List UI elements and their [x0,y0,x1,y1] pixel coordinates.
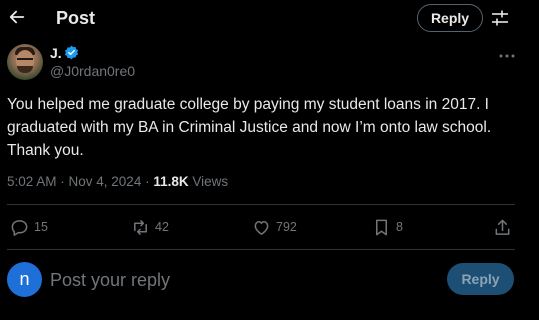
filter-icon[interactable] [491,9,509,27]
like-action[interactable]: 792 [252,215,297,239]
repost-action[interactable]: 42 [131,215,169,239]
page-title: Post [56,8,96,28]
reply-input[interactable] [50,268,430,292]
repost-icon [134,219,147,235]
author-handle[interactable]: @J0rdan0re0 [50,63,135,79]
like-count: 792 [276,220,297,234]
reply-action[interactable]: 15 [10,215,48,239]
share-icon [495,219,510,235]
more-icon[interactable] [498,48,516,58]
tweet-meta: 5:02 AM · Nov 4, 2024 · 11.8K Views [7,173,228,190]
tweet-text: You helped me graduate college by paying… [7,96,492,159]
tweet-timestamp[interactable]: 5:02 AM · Nov 4, 2024 · [7,174,153,189]
reply-icon [11,219,28,236]
author-avatar[interactable] [7,44,43,80]
header: Post Reply [0,0,539,36]
reply-submit-button[interactable]: Reply [447,263,514,295]
bookmark-count: 8 [396,220,403,234]
views-label: Views [188,174,229,189]
avatar-glasses [17,58,33,62]
post-page: Post Reply J. @J0rdan0re0 You helped me … [0,0,539,320]
author-name[interactable]: J. [50,45,62,61]
divider-bottom [7,249,515,250]
views-count[interactable]: 11.8K [153,174,188,189]
back-arrow-icon[interactable] [7,7,27,27]
avatar-beard [17,66,33,73]
repost-count: 42 [155,220,169,234]
verified-badge-icon [64,45,79,60]
divider-top [7,204,515,205]
share-action[interactable] [493,215,512,239]
reply-button-header[interactable]: Reply [417,4,483,32]
like-icon [254,220,269,235]
composer-avatar[interactable]: n [7,262,42,297]
bookmark-icon [375,219,388,235]
bookmark-action[interactable]: 8 [372,215,403,239]
reply-count: 15 [34,220,48,234]
action-bar: 15 42 792 8 [0,215,539,239]
